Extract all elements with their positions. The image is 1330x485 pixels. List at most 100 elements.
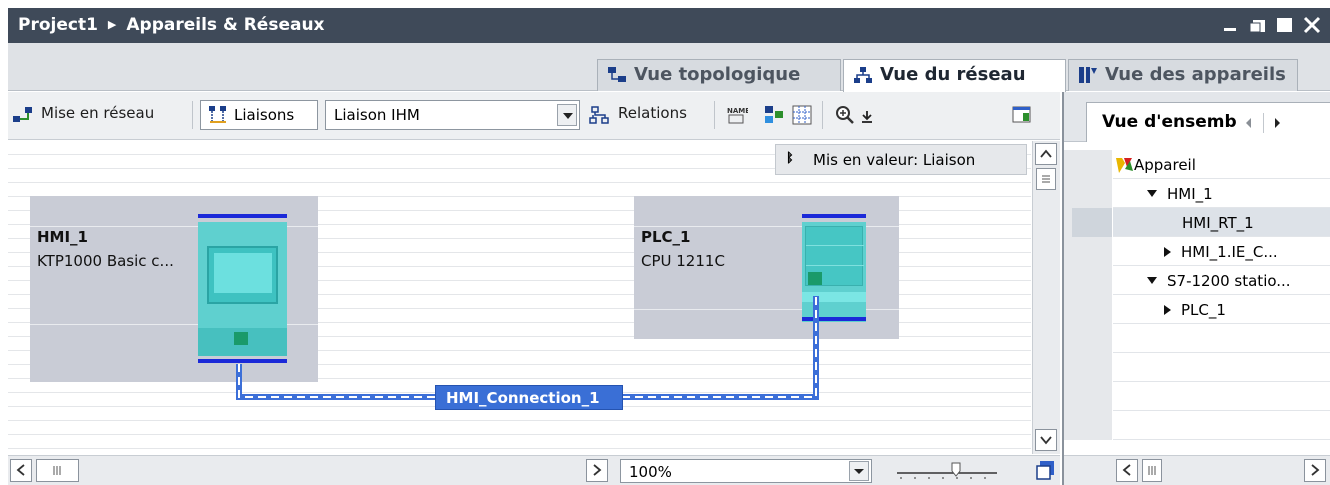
- row-gutter: [1064, 324, 1072, 353]
- list-item[interactable]: S7-1200 statio...: [1064, 266, 1330, 295]
- scroll-down-button[interactable]: [1035, 429, 1057, 451]
- list-item[interactable]: HMI_1.IE_C...: [1064, 237, 1330, 266]
- network-button[interactable]: Mise en réseau: [41, 104, 154, 122]
- list-item-selected[interactable]: HMI_RT_1: [1064, 208, 1330, 237]
- toolbar-divider: [714, 101, 715, 129]
- scroll-left-button[interactable]: [10, 459, 32, 482]
- chevron-down-icon[interactable]: [849, 461, 869, 481]
- empty-row: [1064, 324, 1330, 353]
- topology-icon: [608, 67, 626, 82]
- tia-portal-window: Project1 ▶ Appareils & Réseaux Vue topolog…: [0, 0, 1330, 485]
- scroll-left-button[interactable]: [1116, 459, 1138, 482]
- breadcrumb-page: Appareils & Réseaux: [126, 15, 325, 35]
- zoom-select[interactable]: 100%: [620, 459, 872, 483]
- network-icon: [854, 67, 872, 83]
- item-label: HMI_1: [1167, 185, 1213, 203]
- row-gutter: [1064, 237, 1072, 266]
- scroll-thumb[interactable]: [1036, 168, 1056, 190]
- network-toolbar: Mise en réseau Liaisons Liaison IHM Rela…: [8, 92, 1060, 140]
- network-canvas[interactable]: HMI_1 KTP1000 Basic c... PLC_1 CPU 1211C: [8, 141, 1031, 454]
- chevron-right-icon[interactable]: [1269, 115, 1285, 131]
- row-gutter: [1064, 150, 1072, 179]
- chevron-down-icon: [1040, 436, 1052, 445]
- device-view-icon: [1079, 67, 1097, 83]
- row-gutter: [1072, 295, 1113, 324]
- tab-overview-label: Vue d'ensemble: [1102, 112, 1237, 132]
- relations-button[interactable]: Relations: [618, 104, 687, 122]
- expand-right-icon[interactable]: [1164, 305, 1171, 315]
- vertical-scrollbar[interactable]: [1032, 141, 1060, 454]
- pin-icon[interactable]: ᛔ: [786, 151, 794, 166]
- list-item[interactable]: HMI_1: [1064, 179, 1330, 208]
- horizontal-scroll-thumb[interactable]: [36, 459, 79, 482]
- panel-toggle-icon[interactable]: [1011, 104, 1033, 126]
- connection-label-box[interactable]: HMI_Connection_1: [435, 385, 623, 410]
- download-arrow-icon[interactable]: [856, 104, 878, 126]
- row-gutter: [1072, 179, 1113, 208]
- connections-button[interactable]: Liaisons: [200, 100, 318, 130]
- breadcrumb-project[interactable]: Project1: [18, 15, 98, 35]
- scroll-right-button[interactable]: [586, 459, 608, 482]
- network-connect-icon[interactable]: [12, 104, 34, 126]
- chevron-left-icon[interactable]: [1241, 115, 1257, 131]
- row-gutter: [1064, 353, 1072, 382]
- column-header-device[interactable]: Appareil: [1134, 156, 1196, 174]
- name-tag-icon[interactable]: NAME: [726, 104, 748, 126]
- tab-topology-view[interactable]: Vue topologique: [597, 59, 841, 91]
- tab-overview[interactable]: Vue d'ensemble: [1086, 102, 1330, 142]
- connection-type-select[interactable]: Liaison IHM: [325, 100, 580, 130]
- empty-row: [1064, 382, 1330, 411]
- connections-icon: [209, 106, 226, 123]
- row-gutter: [1064, 411, 1072, 440]
- show-address-icon[interactable]: [763, 104, 785, 126]
- overview-bottom-bar: [1064, 455, 1330, 485]
- scroll-up-button[interactable]: [1035, 143, 1057, 165]
- divider: [1263, 113, 1264, 133]
- maximize-icon[interactable]: [1275, 15, 1295, 35]
- float-icon[interactable]: [1248, 15, 1268, 35]
- zoom-in-icon[interactable]: [834, 104, 856, 126]
- scroll-right-button[interactable]: [1304, 459, 1326, 482]
- item-label: PLC_1: [1181, 301, 1226, 319]
- item-label: HMI_1.IE_C...: [1181, 243, 1278, 261]
- zoom-slider[interactable]: [893, 459, 1003, 483]
- svg-text:NAME: NAME: [727, 107, 748, 115]
- tooltip-text: Mis en valeur: Liaison: [813, 151, 976, 169]
- row-gutter: [1072, 382, 1113, 411]
- expand-down-icon[interactable]: [1147, 277, 1157, 284]
- chevron-right-icon: [593, 464, 602, 476]
- connections-label: Liaisons: [234, 106, 295, 124]
- connection-label: HMI_Connection_1: [446, 389, 600, 407]
- tab-network-view[interactable]: Vue du réseau: [843, 59, 1066, 92]
- overview-grid: Appareil HMI_1 HMI_RT_1 HMI_1.IE_C... S7…: [1064, 150, 1330, 452]
- grid-header: Appareil: [1064, 150, 1330, 179]
- horizontal-scroll-thumb[interactable]: [1142, 459, 1162, 482]
- tab-device-view[interactable]: Vue des appareils: [1068, 59, 1298, 91]
- row-gutter: [1064, 295, 1072, 324]
- item-label: S7-1200 statio...: [1167, 272, 1291, 290]
- list-item[interactable]: PLC_1: [1064, 295, 1330, 324]
- tab-network-label: Vue du réseau: [880, 64, 1026, 85]
- overview-navigation-icon[interactable]: [1035, 459, 1057, 481]
- expand-down-icon[interactable]: [1147, 190, 1157, 197]
- empty-row: [1064, 411, 1330, 440]
- window-controls: [1221, 15, 1322, 35]
- row-gutter: [1072, 150, 1113, 179]
- grip-icon: [53, 466, 61, 475]
- chevron-down-icon[interactable]: [557, 104, 577, 126]
- grid-icon[interactable]: [791, 104, 813, 126]
- device-tools-icon: [1116, 158, 1133, 173]
- row-gutter: [1064, 208, 1072, 237]
- grip-icon: [1042, 175, 1050, 183]
- item-label: HMI_RT_1: [1182, 214, 1254, 232]
- expand-right-icon[interactable]: [1164, 247, 1171, 257]
- close-icon[interactable]: [1302, 15, 1322, 35]
- row-gutter: [1064, 266, 1072, 295]
- connection-type-value: Liaison IHM: [334, 106, 420, 124]
- breadcrumb-separator-icon: ▶: [107, 18, 117, 31]
- row-gutter: [1072, 324, 1113, 353]
- relations-icon[interactable]: [589, 104, 611, 126]
- minimize-icon[interactable]: [1221, 15, 1241, 35]
- row-gutter: [1064, 179, 1072, 208]
- empty-row: [1064, 353, 1330, 382]
